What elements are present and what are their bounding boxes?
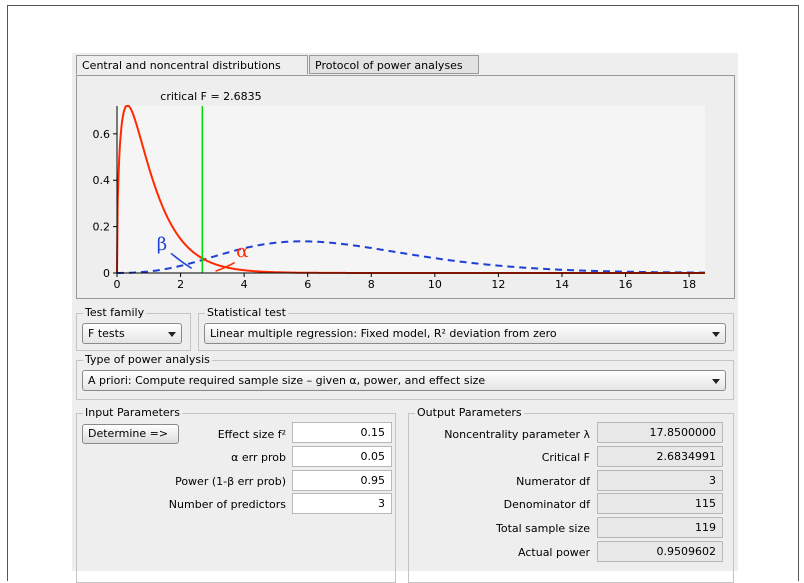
numerator-df-label: Numerator df xyxy=(516,475,590,488)
alpha-err-input[interactable]: 0.05 xyxy=(292,446,392,467)
x-tick-label: 10 xyxy=(428,278,442,291)
tab-central-noncentral[interactable]: Central and noncentral distributions xyxy=(76,55,308,75)
power-analysis-legend: Type of power analysis xyxy=(83,353,212,366)
chevron-down-icon xyxy=(712,332,720,337)
y-tick-label: 0 xyxy=(103,267,110,280)
x-tick-label: 8 xyxy=(368,278,375,291)
predictors-input[interactable]: 3 xyxy=(292,493,392,514)
statistical-test-legend: Statistical test xyxy=(205,306,288,319)
power-label: Power (1-β err prob) xyxy=(175,475,286,488)
test-family-value: F tests xyxy=(88,327,125,340)
denominator-df-value: 115 xyxy=(597,493,723,514)
chevron-down-icon xyxy=(168,332,176,337)
critical-f-label: critical F = 2.6835 xyxy=(160,90,261,103)
alpha-err-label: α err prob xyxy=(231,451,286,464)
distribution-plot-panel: critical F = 2.6835 0 2 4 6 8 10 12 14 16 18 0 0.2 0.… xyxy=(76,75,735,299)
test-family-select[interactable]: F tests xyxy=(82,323,182,344)
actual-power-label: Actual power xyxy=(518,546,590,559)
y-tick-label: 0.2 xyxy=(93,221,111,234)
critical-f-label: Critical F xyxy=(541,451,590,464)
tab-protocol[interactable]: Protocol of power analyses xyxy=(309,55,479,74)
numerator-df-value: 3 xyxy=(597,470,723,491)
determine-button[interactable]: Determine => xyxy=(82,424,179,444)
test-family-legend: Test family xyxy=(83,306,147,319)
power-analysis-select[interactable]: A priori: Compute required sample size –… xyxy=(82,370,726,391)
noncentrality-value: 17.8500000 xyxy=(597,422,723,443)
y-tick-label: 0.6 xyxy=(93,128,111,141)
total-sample-size-value: 119 xyxy=(597,517,723,538)
actual-power-value: 0.9509602 xyxy=(597,541,723,562)
x-tick-label: 18 xyxy=(682,278,696,291)
x-tick-label: 16 xyxy=(619,278,633,291)
predictors-label: Number of predictors xyxy=(168,498,286,511)
effect-size-label: Effect size f² xyxy=(217,428,286,441)
x-tick-label: 14 xyxy=(555,278,569,291)
x-tick-label: 2 xyxy=(177,278,184,291)
chevron-down-icon xyxy=(712,379,720,384)
total-sample-size-label: Total sample size xyxy=(495,522,590,535)
x-tick-label: 0 xyxy=(114,278,121,291)
critical-f-value: 2.6834991 xyxy=(597,446,723,467)
noncentrality-label: Noncentrality parameter λ xyxy=(444,428,590,441)
x-tick-label: 4 xyxy=(241,278,248,291)
statistical-test-value: Linear multiple regression: Fixed model,… xyxy=(210,327,557,340)
x-tick-label: 12 xyxy=(491,278,505,291)
input-parameters-legend: Input Parameters xyxy=(83,406,182,419)
beta-label: β xyxy=(157,234,167,255)
power-analysis-value: A priori: Compute required sample size –… xyxy=(88,374,486,387)
distribution-chart: critical F = 2.6835 0 2 4 6 8 10 12 14 16 18 0 0.2 0.… xyxy=(93,90,705,291)
output-parameters-legend: Output Parameters xyxy=(415,406,524,419)
plot-area xyxy=(117,106,705,273)
y-tick-label: 0.4 xyxy=(93,174,111,187)
x-tick-label: 6 xyxy=(304,278,311,291)
statistical-test-select[interactable]: Linear multiple regression: Fixed model,… xyxy=(204,323,726,344)
effect-size-input[interactable]: 0.15 xyxy=(292,422,392,443)
power-input[interactable]: 0.95 xyxy=(292,470,392,491)
alpha-label: α xyxy=(236,241,248,262)
denominator-df-label: Denominator df xyxy=(503,498,590,511)
